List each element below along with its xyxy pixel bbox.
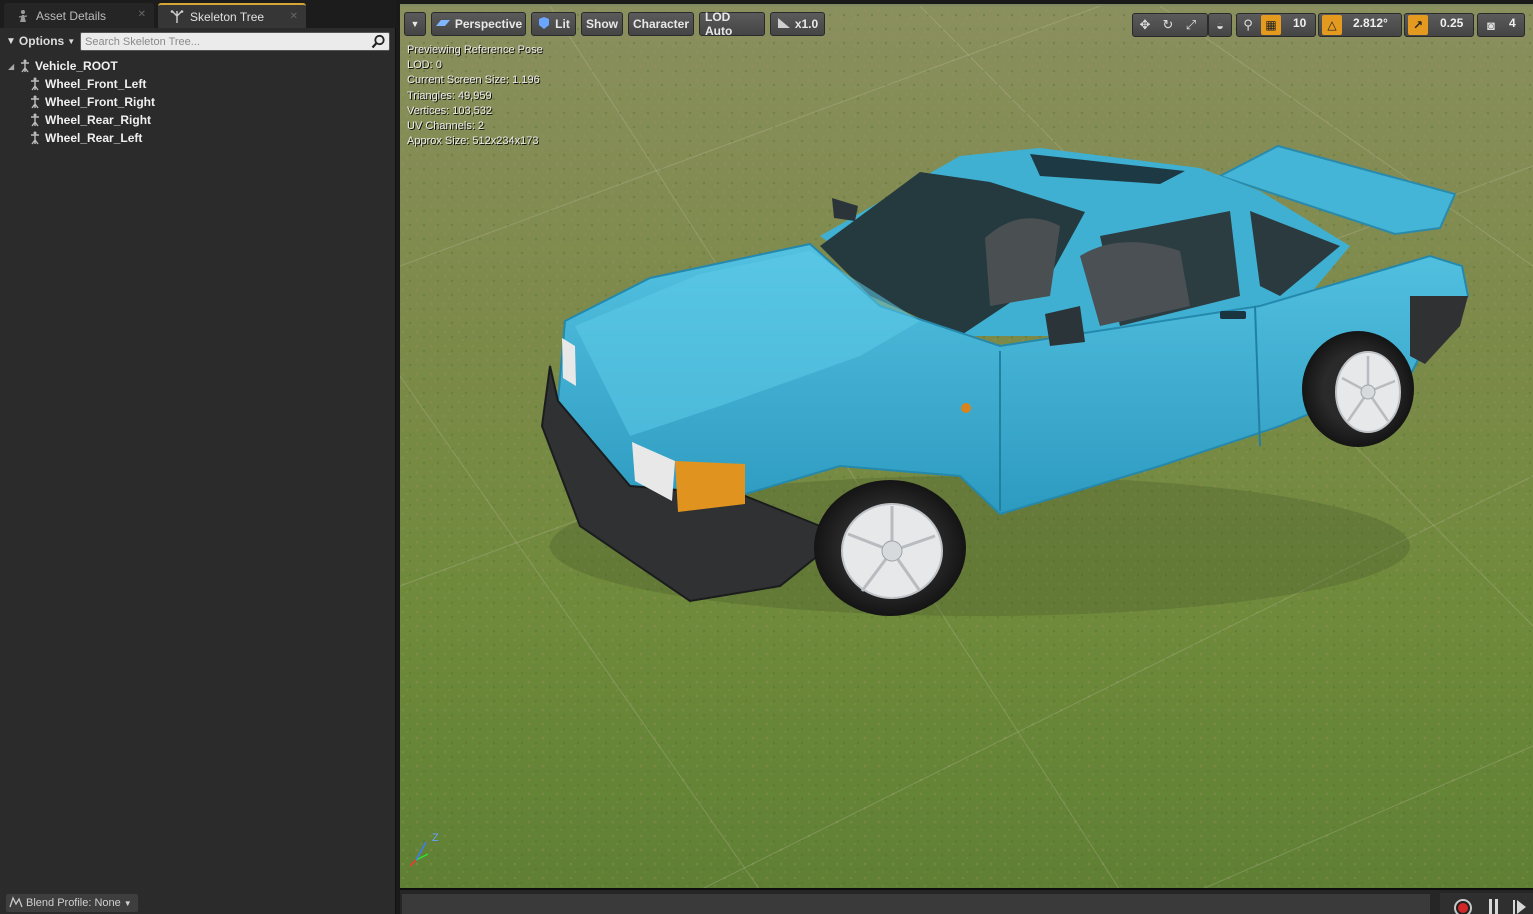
stats-line: Current Screen Size: 1.196 (407, 74, 540, 87)
axis-gizmo-icon: Z (408, 832, 444, 868)
timeline-scrubber[interactable] (402, 894, 1430, 914)
options-label: Options (18, 34, 65, 48)
tree-row-bone[interactable]: Wheel_Front_Left (0, 75, 396, 93)
search-field[interactable] (80, 32, 390, 51)
pause-icon[interactable] (1488, 899, 1500, 914)
skeleton-tree: ◢ Vehicle_ROOT Wheel_Front_Left Wheel_Fr… (0, 57, 396, 147)
lod-label: LOD Auto (705, 10, 733, 38)
scale-icon[interactable]: ⤢ (1180, 14, 1202, 36)
tab-asset-details-label: Asset Details (36, 8, 107, 23)
chevron-down-icon: ▼ (410, 19, 420, 29)
stats-line: Approx Size: 512x234x173 (407, 135, 539, 148)
viewport-stats: Previewing Reference Pose LOD: 0 Current… (407, 43, 543, 149)
camera-speed-icon[interactable]: ◙ (1480, 14, 1502, 36)
bone-label-root: Vehicle_ROOT (35, 59, 118, 73)
lit-sphere-icon (537, 16, 551, 33)
scale-snap-icon[interactable]: ↗ (1408, 15, 1428, 35)
viewport-options-button[interactable]: ▼ (404, 12, 426, 36)
bone-icon (18, 59, 32, 73)
skeleton-toolbar: ▼ Options ▼ (0, 30, 396, 52)
world-coordinates-icon[interactable]: ◒ (1209, 14, 1231, 36)
play-speed-button[interactable]: x1.0 (770, 12, 825, 36)
chevron-down-icon: ▼ (67, 36, 76, 46)
blend-profile-icon (9, 895, 23, 911)
grid-size-value[interactable]: 10 (1293, 16, 1306, 30)
stats-line: UV Channels: 2 (407, 120, 485, 133)
tab-skeleton-tree[interactable]: Skeleton Tree ✕ (158, 3, 306, 28)
grid-snap-icon[interactable]: ▦ (1261, 15, 1281, 35)
bone-icon (28, 77, 42, 91)
bone-icon (28, 131, 42, 145)
asset-details-icon (16, 9, 30, 23)
lit-button[interactable]: Lit (531, 12, 576, 36)
tab-skeleton-tree-label: Skeleton Tree (190, 9, 265, 24)
translate-icon[interactable]: ✥ (1134, 14, 1156, 36)
scale-snap-value[interactable]: 0.25 (1440, 16, 1463, 30)
close-icon[interactable]: ✕ (138, 9, 146, 20)
tree-row-root[interactable]: ◢ Vehicle_ROOT (0, 57, 396, 75)
close-icon[interactable]: ✕ (290, 11, 298, 22)
viewport-scene[interactable] (400, 6, 1533, 888)
expand-arrow-icon[interactable]: ◢ (8, 62, 18, 71)
bone-label: Wheel_Front_Left (45, 77, 147, 91)
step-forward-icon[interactable] (1512, 899, 1530, 914)
bone-label: Wheel_Rear_Left (45, 131, 143, 145)
rotate-icon[interactable]: ↻ (1157, 14, 1179, 36)
skeleton-bottom-bar: Blend Profile: None ▼ (0, 890, 396, 914)
blend-profile-label: Blend Profile: None (26, 897, 121, 909)
show-label: Show (586, 17, 618, 31)
bone-label: Wheel_Rear_Right (45, 113, 152, 127)
tab-asset-details[interactable]: Asset Details ✕ (4, 3, 154, 28)
character-button[interactable]: Character (628, 12, 694, 36)
skeleton-tree-icon (170, 9, 184, 24)
stats-line: LOD: 0 (407, 59, 442, 72)
camera-speed-value[interactable]: 4 (1509, 16, 1516, 30)
panel-tab-bar: Asset Details ✕ Skeleton Tree ✕ (0, 0, 396, 28)
tree-row-bone[interactable]: Wheel_Rear_Right (0, 111, 396, 129)
filter-icon: ▼ (6, 35, 16, 47)
playback-controls (1440, 893, 1533, 914)
axis-z-label: Z (432, 832, 439, 844)
preview-viewport[interactable]: ▼ Perspective Lit Show Character LOD Aut… (400, 4, 1533, 888)
tree-row-bone[interactable]: Wheel_Rear_Left (0, 129, 396, 147)
tree-row-bone[interactable]: Wheel_Front_Right (0, 93, 396, 111)
blend-profile-dropdown[interactable]: Blend Profile: None ▼ (6, 894, 138, 912)
stats-line: Vertices: 103,532 (407, 104, 493, 117)
lit-label: Lit (555, 17, 570, 31)
search-input[interactable] (81, 33, 366, 50)
options-dropdown[interactable]: ▼ Options ▼ (6, 32, 75, 50)
show-button[interactable]: Show (581, 12, 623, 36)
chevron-down-icon: ▼ (123, 898, 132, 908)
search-icon[interactable] (371, 34, 386, 49)
surface-snap-icon[interactable]: ⚲ (1237, 14, 1259, 36)
timeline-bar (400, 888, 1533, 914)
skeleton-tree-panel: Asset Details ✕ Skeleton Tree ✕ ▼ Option… (0, 0, 396, 914)
character-label: Character (632, 17, 690, 31)
bone-label: Wheel_Front_Right (45, 95, 155, 109)
play-speed-icon (777, 17, 791, 32)
bone-icon (28, 95, 42, 109)
record-icon[interactable] (1454, 899, 1472, 914)
perspective-button[interactable]: Perspective (431, 12, 526, 36)
lod-button[interactable]: LOD Auto (699, 10, 765, 38)
play-speed-label: x1.0 (794, 17, 819, 31)
bone-icon (28, 113, 42, 127)
rotation-snap-icon[interactable]: △ (1322, 15, 1342, 35)
perspective-label: Perspective (454, 17, 523, 31)
rotation-snap-value[interactable]: 2.812° (1353, 16, 1388, 30)
camera-icon (435, 17, 451, 32)
stats-line: Triangles: 49,959 (407, 89, 492, 102)
stats-line: Previewing Reference Pose (407, 44, 543, 56)
